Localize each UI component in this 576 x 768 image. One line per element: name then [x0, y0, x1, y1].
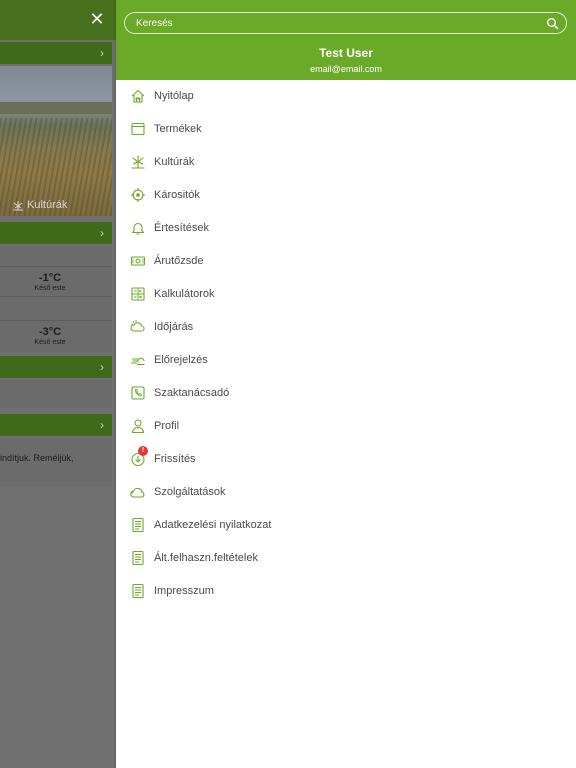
menu-item-label: Adatkezelési nyilatkozat	[154, 519, 272, 531]
user-email: email@email.com	[310, 64, 382, 74]
search-bar[interactable]	[124, 12, 567, 34]
menu-item-idojaras[interactable]: Időjárás	[116, 311, 576, 344]
plant-icon	[13, 200, 23, 210]
menu-item-label: Kalkulátorok	[154, 288, 215, 300]
menu-item-label: Előrejelzés	[154, 354, 208, 366]
bell-icon	[131, 222, 145, 235]
menu-item-karositok[interactable]: Kárositók	[116, 179, 576, 212]
background-photo-label: Kultúrák	[12, 199, 67, 211]
menu-item-arutozsde[interactable]: Árutőzsde	[116, 245, 576, 278]
phone-icon	[131, 386, 145, 400]
menu-item-label: Értesítések	[154, 222, 210, 234]
background-section-header[interactable]: ›	[0, 414, 112, 436]
menu-item-elorejelzes[interactable]: Előrejelzés	[116, 344, 576, 377]
background-card	[0, 380, 112, 408]
crosshair-icon	[131, 188, 145, 202]
chevron-right-icon: ›	[100, 46, 104, 60]
menu-item-szolgaltatasok[interactable]: Szolgáltatások	[116, 476, 576, 509]
menu-item-ertesitesek[interactable]: Értesítések	[116, 212, 576, 245]
side-drawer: Test User email@email.com Nyitólap Termé…	[116, 0, 576, 768]
menu-item-label: Kárositók	[154, 189, 200, 201]
menu-item-szaktanacsado[interactable]: Szaktanácsadó	[116, 377, 576, 410]
menu-item-label: Profil	[154, 420, 180, 432]
menu-item-adatkezelesi-nyilatkozat[interactable]: Adatkezelési nyilatkozat	[116, 509, 576, 542]
background-crop-photo	[0, 66, 112, 216]
plant-icon	[131, 155, 145, 169]
close-icon[interactable]: ✕	[86, 8, 108, 30]
window-icon	[131, 122, 145, 136]
menu-item-impresszum[interactable]: Impresszum	[116, 575, 576, 608]
menu-item-frissites[interactable]: ! Frissítés	[116, 443, 576, 476]
menu-item-alt-felhaszn-feltetelek[interactable]: Ált.felhaszn.feltételek	[116, 542, 576, 575]
background-section-header[interactable]: ›	[0, 356, 112, 378]
background-message: indítjuk. Reméljük,	[0, 453, 74, 463]
calculator-icon	[131, 287, 145, 301]
menu-item-label: Kultúrák	[154, 156, 195, 168]
document-icon	[132, 517, 144, 533]
update-badge: !	[138, 446, 148, 456]
menu-item-label: Nyitólap	[154, 90, 194, 102]
user-name: Test User	[319, 46, 373, 60]
document-icon	[132, 583, 144, 599]
background-section-header[interactable]: ›	[0, 42, 112, 64]
background-section-header[interactable]: ›	[0, 222, 112, 244]
drawer-header: Test User email@email.com	[116, 0, 576, 80]
background-app: ✕ › Kultúrák › -1°C Késő este -3°C Késő …	[0, 0, 116, 768]
search-input[interactable]	[136, 16, 536, 32]
menu-item-label: Ált.felhaszn.feltételek	[154, 552, 258, 564]
menu-item-kalkulatorok[interactable]: Kalkulátorok	[116, 278, 576, 311]
photo-label-text: Kultúrák	[27, 199, 68, 211]
person-icon	[131, 419, 145, 434]
background-temp: -1°C Késő este	[34, 272, 66, 292]
menu-item-label: Termékek	[154, 123, 202, 135]
menu-item-nyitolap[interactable]: Nyitólap	[116, 80, 576, 113]
menu-item-label: Frissítés	[154, 453, 196, 465]
menu-item-termekek[interactable]: Termékek	[116, 113, 576, 146]
search-icon[interactable]	[546, 17, 559, 30]
menu-item-profil[interactable]: Profil	[116, 410, 576, 443]
background-temp: -3°C Késő este	[34, 326, 66, 346]
menu-item-label: Impresszum	[154, 585, 214, 597]
menu-item-label: Szolgáltatások	[154, 486, 226, 498]
menu-item-kulturak[interactable]: Kultúrák	[116, 146, 576, 179]
document-icon	[132, 550, 144, 566]
menu-item-label: Árutőzsde	[154, 255, 204, 267]
chevron-right-icon: ›	[100, 360, 104, 374]
cloud-icon	[130, 487, 145, 498]
menu-item-label: Időjárás	[154, 321, 194, 333]
menu-item-label: Szaktanácsadó	[154, 387, 230, 399]
chevron-right-icon: ›	[100, 418, 104, 432]
money-icon	[130, 256, 146, 266]
weather-icon	[130, 320, 145, 332]
forecast-icon	[130, 357, 145, 366]
home-icon	[131, 89, 145, 103]
chevron-right-icon: ›	[100, 226, 104, 240]
